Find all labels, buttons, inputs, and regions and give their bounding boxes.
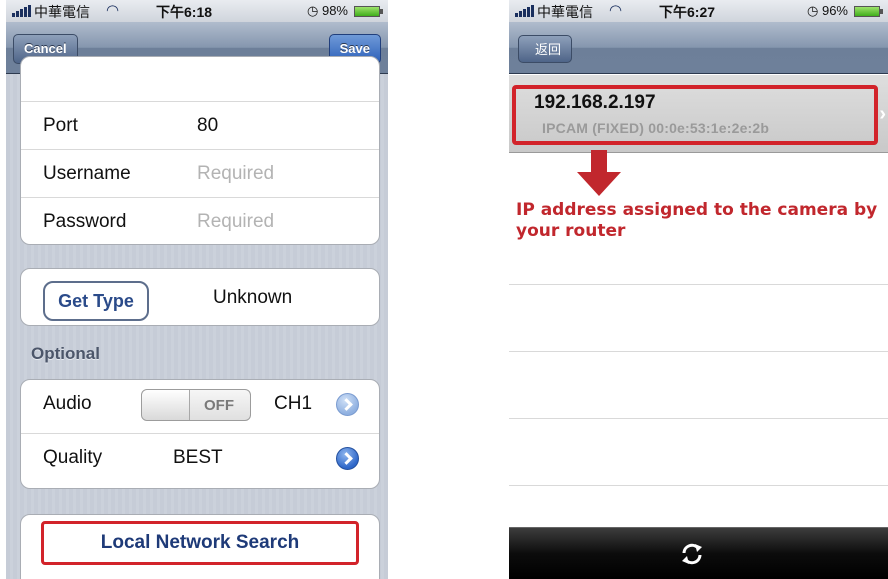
toggle-knob[interactable]: [142, 390, 190, 420]
port-row[interactable]: Port 80: [21, 102, 379, 150]
audio-channel: CH1: [274, 393, 313, 414]
password-field[interactable]: Required: [197, 211, 274, 233]
battery-percent: ◷ 98%: [307, 3, 348, 18]
quality-disclosure-icon[interactable]: [336, 447, 359, 470]
username-label: Username: [43, 163, 131, 184]
port-label: Port: [43, 115, 78, 136]
device-list-item[interactable]: 192.168.2.197 IPCAM (FIXED) 00:0e:53:1e:…: [509, 75, 888, 153]
local-search-group: Local Network Search: [20, 514, 380, 579]
get-type-group: Get Type Unknown: [20, 268, 380, 326]
device-ip-address: 192.168.2.197: [534, 92, 656, 113]
camera-type-value: Unknown: [213, 287, 293, 308]
chevron-right-icon: ›: [879, 103, 886, 125]
audio-row: Audio OFF CH1: [21, 380, 379, 434]
list-separator: [509, 284, 888, 285]
list-separator: [509, 351, 888, 352]
optional-settings-group: Audio OFF CH1 Quality BEST: [20, 379, 380, 489]
list-separator: [509, 418, 888, 419]
partial-row[interactable]: [21, 57, 379, 102]
audio-toggle[interactable]: OFF: [141, 389, 251, 421]
port-value[interactable]: 80: [197, 115, 218, 137]
username-field[interactable]: Required: [197, 163, 274, 185]
password-label: Password: [43, 211, 127, 232]
signal-icon: [12, 4, 34, 18]
arrow-down-icon: [577, 150, 621, 196]
quality-label: Quality: [43, 447, 103, 468]
carrier-name: 中華電信: [537, 4, 593, 20]
quality-row[interactable]: Quality BEST: [21, 434, 379, 488]
get-type-button[interactable]: Get Type: [43, 281, 149, 321]
status-bar: 中華電信 ◠ 下午6:18 ◷ 98%: [6, 0, 388, 22]
audio-label: Audio: [43, 393, 92, 414]
get-type-row: Get Type Unknown: [21, 269, 379, 325]
back-button[interactable]: 返回: [518, 35, 573, 63]
toggle-state: OFF: [204, 397, 234, 414]
status-time: 下午6:27: [659, 4, 716, 20]
status-time: 下午6:18: [156, 4, 213, 20]
refresh-icon[interactable]: [680, 542, 704, 566]
back-button-label: 返回: [535, 42, 562, 57]
device-detail: IPCAM (FIXED) 00:0e:53:1e:2e:2b: [542, 120, 770, 136]
signal-icon: [515, 4, 537, 18]
list-separator: [509, 485, 888, 486]
battery-percent: ◷ 96%: [807, 3, 848, 18]
audio-disclosure-icon[interactable]: [336, 393, 359, 416]
local-search-row: Local Network Search: [21, 515, 379, 575]
right-phone-screen: 中華電信 ◠ 下午6:27 ◷ 96% 返回 192.168.2.197 IPC…: [509, 0, 888, 579]
wifi-icon: ◠: [609, 2, 623, 19]
navigation-bar: 返回: [509, 22, 888, 74]
quality-value: BEST: [173, 447, 223, 468]
wifi-icon: ◠: [106, 2, 120, 19]
status-bar: 中華電信 ◠ 下午6:27 ◷ 96%: [509, 0, 888, 22]
battery-icon: [354, 6, 383, 17]
carrier-name: 中華電信: [34, 4, 90, 20]
connection-settings-group: Port 80 Username Required Password Requi…: [20, 56, 380, 245]
battery-icon: [854, 6, 883, 17]
optional-section-header: Optional: [31, 344, 100, 363]
username-row[interactable]: Username Required: [21, 150, 379, 198]
password-row[interactable]: Password Required: [21, 198, 379, 244]
annotation-text: IP address assigned to the camera by you…: [516, 200, 878, 241]
left-phone-screen: 中華電信 ◠ 下午6:18 ◷ 98% Cancel Save Port 80 …: [6, 0, 388, 579]
bottom-toolbar: [509, 527, 888, 579]
local-network-search-button[interactable]: Local Network Search: [41, 521, 359, 565]
